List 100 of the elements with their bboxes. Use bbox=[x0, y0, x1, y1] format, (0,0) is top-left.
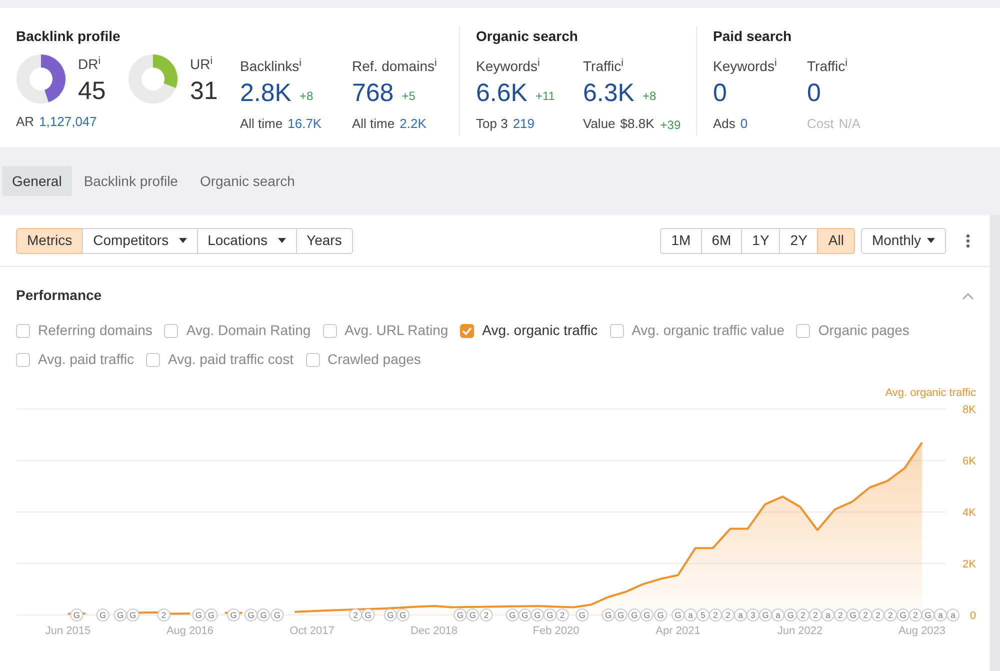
annotation-marker[interactable]: a bbox=[684, 608, 697, 622]
annotation-marker[interactable]: G bbox=[846, 608, 860, 622]
annotation-marker[interactable]: G bbox=[204, 608, 218, 622]
dropdown-button[interactable]: Competitors bbox=[82, 228, 198, 254]
metric-value[interactable]: 2.8K bbox=[240, 78, 292, 108]
annotation-marker[interactable]: G bbox=[244, 608, 258, 622]
toggle-button[interactable]: Years bbox=[296, 228, 353, 254]
metric-sub-value: 2.2K bbox=[400, 115, 426, 133]
metric-label: UR$^{i}$ bbox=[190, 54, 214, 74]
checkbox-label: Referring domains bbox=[38, 321, 152, 340]
caret-icon bbox=[927, 238, 935, 243]
interval-dropdown[interactable]: Monthly bbox=[860, 228, 946, 254]
annotation-marker[interactable]: G bbox=[270, 608, 284, 622]
checkbox[interactable] bbox=[164, 324, 178, 338]
annotation-marker[interactable]: G bbox=[126, 608, 140, 622]
annotation-marker[interactable]: a bbox=[772, 608, 784, 622]
more-icon[interactable] bbox=[966, 234, 970, 248]
annotation-marker[interactable]: G bbox=[922, 608, 934, 622]
annotation-marker[interactable]: G bbox=[640, 608, 654, 622]
checkbox[interactable] bbox=[460, 324, 474, 338]
annotation-marker[interactable]: a bbox=[934, 608, 947, 622]
annotation-marker[interactable]: 2 bbox=[809, 608, 822, 622]
y-axis-label: 0 bbox=[970, 610, 976, 622]
annotation-marker[interactable]: G bbox=[466, 608, 480, 622]
x-axis-label: Jun 2022 bbox=[777, 625, 823, 637]
scrollbar[interactable] bbox=[990, 215, 1000, 671]
annotation-marker[interactable]: G bbox=[759, 608, 772, 622]
annotation-marker[interactable]: G bbox=[672, 608, 684, 622]
y-axis-label: 6K bbox=[962, 456, 976, 468]
metric-value[interactable]: 0 bbox=[807, 78, 821, 108]
annotation-marker[interactable]: G bbox=[96, 608, 110, 622]
annotation-marker[interactable]: a bbox=[822, 608, 834, 622]
range-button[interactable]: 1M bbox=[660, 228, 702, 254]
checkbox-label: Organic pages bbox=[818, 321, 910, 340]
metric-value[interactable]: 0 bbox=[713, 78, 727, 108]
annotation-marker[interactable]: 2 bbox=[157, 608, 170, 622]
toggle-button[interactable]: Metrics bbox=[16, 228, 84, 254]
checkbox[interactable] bbox=[16, 324, 30, 338]
annotation-marker[interactable]: G bbox=[896, 608, 910, 622]
annotation-marker[interactable]: 2 bbox=[872, 608, 884, 622]
range-button[interactable]: All bbox=[817, 228, 855, 254]
metric-link[interactable]: 1,127,047 bbox=[39, 112, 97, 132]
checkbox[interactable] bbox=[796, 324, 810, 338]
annotation-marker[interactable]: a bbox=[946, 608, 960, 622]
annotation-marker[interactable]: G bbox=[543, 608, 556, 622]
range-button[interactable]: 2Y bbox=[779, 228, 818, 254]
checkbox[interactable] bbox=[322, 324, 337, 338]
annotation-marker[interactable]: G bbox=[384, 608, 397, 622]
annotation-marker[interactable]: G bbox=[70, 608, 84, 622]
checkbox[interactable] bbox=[16, 352, 30, 366]
annotation-marker[interactable]: 2 bbox=[709, 608, 722, 622]
annotation-marker[interactable]: G bbox=[518, 608, 532, 622]
range-button[interactable]: 6M bbox=[700, 228, 742, 254]
annotation-marker[interactable]: G bbox=[114, 608, 127, 622]
annotation-marker[interactable]: G bbox=[654, 608, 668, 622]
annotation-marker[interactable]: G bbox=[396, 608, 410, 622]
annotation-marker[interactable]: G bbox=[192, 608, 206, 622]
metric-sub-value: 0 bbox=[740, 115, 748, 133]
annotation-marker[interactable]: G bbox=[602, 608, 615, 622]
annotation-marker[interactable]: G bbox=[454, 608, 467, 622]
annotation-marker[interactable]: G bbox=[257, 608, 270, 622]
metric-value[interactable]: 6.3K bbox=[583, 78, 634, 108]
annotation-marker[interactable]: G bbox=[227, 608, 240, 622]
tab[interactable]: Organic search bbox=[190, 166, 305, 196]
metric-delta: +39 bbox=[660, 116, 681, 134]
tab[interactable]: General bbox=[2, 166, 72, 196]
annotation-marker[interactable]: G bbox=[576, 608, 589, 622]
collapse-icon[interactable] bbox=[962, 292, 974, 300]
annotation-marker[interactable]: G bbox=[362, 608, 375, 622]
tab[interactable]: Backlink profile bbox=[74, 166, 188, 196]
annotation-marker[interactable]: 2 bbox=[796, 608, 810, 622]
annotation-marker[interactable]: 2 bbox=[884, 608, 897, 622]
checkbox-label: Avg. organic traffic value bbox=[632, 321, 784, 340]
annotation-marker[interactable]: G bbox=[614, 608, 628, 622]
metric-sub-label: Ads bbox=[713, 115, 736, 133]
checkbox-label: Avg. organic traffic bbox=[482, 321, 598, 340]
dropdown-button[interactable]: Locations bbox=[196, 228, 297, 254]
annotation-marker[interactable]: G bbox=[506, 608, 519, 622]
metric-value[interactable]: 6.6K bbox=[476, 78, 528, 108]
annotation-marker[interactable]: 2 bbox=[909, 608, 922, 622]
annotation-marker[interactable]: 2 bbox=[859, 608, 872, 622]
x-axis-label: Feb 2020 bbox=[532, 625, 580, 637]
annotation-marker[interactable]: a bbox=[734, 608, 747, 622]
annotation-marker[interactable]: 2 bbox=[349, 608, 362, 622]
annotation-marker[interactable]: G bbox=[784, 608, 797, 622]
metric-label: Traffic$^{i}$ bbox=[583, 56, 624, 76]
annotation-marker[interactable]: 2 bbox=[834, 608, 847, 622]
annotation-marker[interactable]: 5 bbox=[696, 608, 710, 622]
metric-value[interactable]: 768 bbox=[352, 78, 394, 108]
annotation-marker[interactable]: 2 bbox=[722, 608, 734, 622]
range-button[interactable]: 1Y bbox=[741, 228, 780, 254]
annotation-marker[interactable]: 2 bbox=[480, 608, 493, 622]
checkbox[interactable] bbox=[610, 324, 624, 338]
checkbox[interactable] bbox=[146, 352, 160, 366]
annotation-marker[interactable]: 2 bbox=[556, 608, 569, 622]
checkbox[interactable] bbox=[306, 352, 320, 366]
annotation-marker[interactable]: G bbox=[530, 608, 544, 622]
annotation-marker[interactable]: G bbox=[628, 608, 641, 622]
x-axis-label: Oct 2017 bbox=[290, 625, 334, 637]
annotation-marker[interactable]: 3 bbox=[746, 608, 760, 622]
